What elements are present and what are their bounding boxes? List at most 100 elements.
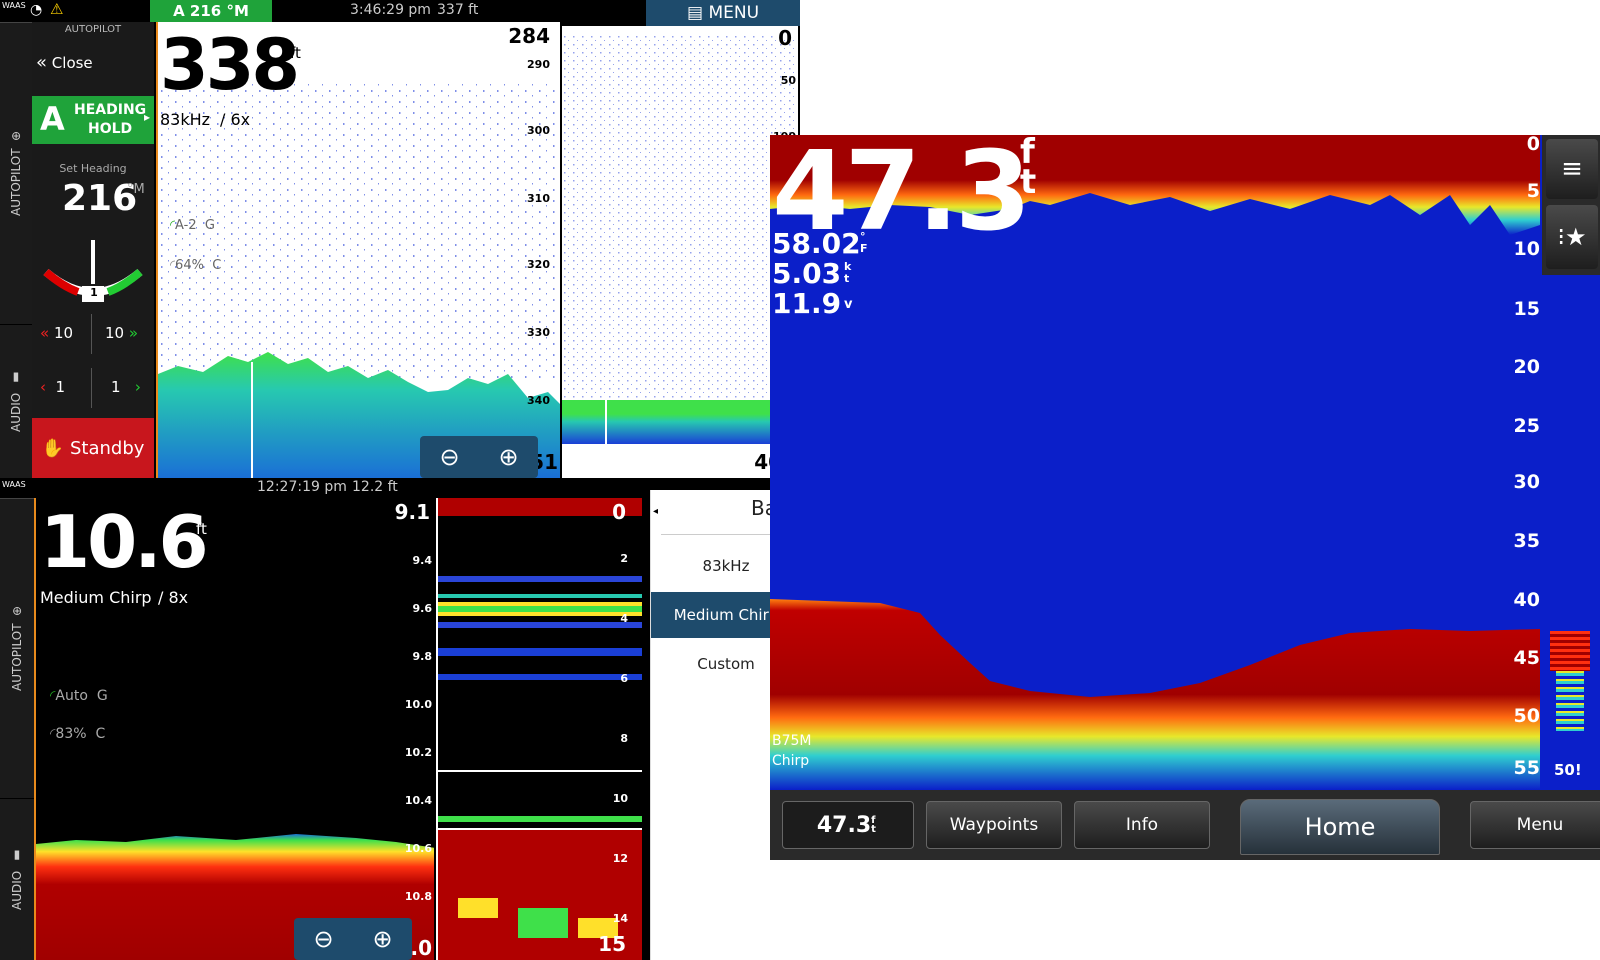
- sonar-panel-bottom: WAAS 12:27:19 pm 12.2 ft AUTOPILOT ⊕ AUD…: [0, 478, 800, 960]
- scale-tick: 5: [1526, 180, 1540, 202]
- autopilot-heading-indicator[interactable]: A 216 °M: [150, 0, 272, 22]
- close-button[interactable]: « Close: [36, 52, 150, 84]
- voltage-unit: v: [844, 297, 853, 312]
- autopilot-panel: AUTOPILOT « Close A HEADING HOLD ▸ Set H…: [32, 22, 154, 478]
- zoom-in-icon[interactable]: ⊕: [372, 925, 392, 953]
- tab-autopilot-label: AUTOPILOT: [9, 148, 23, 217]
- step-port-button[interactable]: ‹ 1: [32, 368, 92, 408]
- sonar-range-view[interactable]: 0 50 100 150 200 250 300 350 400: [562, 26, 798, 478]
- menu-button[interactable]: ▤ MENU: [646, 0, 800, 26]
- range-scale-tick: 2: [620, 552, 628, 565]
- triangle-left-icon[interactable]: ◂: [653, 506, 658, 517]
- zoom-controls: ⊖ ⊕: [294, 918, 412, 960]
- gain-indicator[interactable]: ◜Auto G: [50, 688, 108, 704]
- scale-tick: 10.4: [404, 794, 432, 807]
- tab-autopilot[interactable]: AUTOPILOT ⊕: [0, 22, 32, 324]
- scale-tick: 10.8: [404, 890, 432, 903]
- range-scale-tick: 50: [780, 74, 796, 87]
- menu-button[interactable]: Menu: [1470, 801, 1600, 849]
- hamburger-menu-icon[interactable]: ≡: [1546, 139, 1598, 199]
- standby-button[interactable]: ✋ Standby: [32, 418, 154, 478]
- water-temp-unit: °F: [860, 230, 868, 255]
- double-chevron-right-icon: »: [128, 324, 139, 342]
- steering-wheel-icon: ⊕: [9, 130, 23, 141]
- range-bottom: 15: [598, 932, 626, 956]
- range-scale-tick: 12: [612, 852, 628, 865]
- mode-label: Chirp: [772, 753, 810, 769]
- zoom-out-icon[interactable]: ⊖: [313, 925, 333, 953]
- scale-tick: 330: [527, 326, 550, 339]
- scale-tick: 290: [527, 58, 550, 71]
- scale-tick: 9.6: [412, 602, 433, 615]
- waypoints-button[interactable]: Waypoints: [926, 801, 1062, 849]
- chevron-left-icon: ‹: [40, 378, 46, 396]
- bottom-button-bar: 47.3 ft Waypoints Info Home Menu: [770, 790, 1600, 860]
- dodge-starboard-button[interactable]: 10 »: [93, 314, 154, 354]
- dodge-port-button[interactable]: « 10: [32, 314, 92, 354]
- scale-tick: 10.2: [404, 746, 432, 759]
- info-button[interactable]: Info: [1074, 801, 1210, 849]
- menu-icon: ▤: [686, 3, 709, 23]
- tab-autopilot[interactable]: AUTOPILOT ⊕: [0, 498, 34, 798]
- scale-tick: 20: [1513, 356, 1540, 378]
- double-chevron-left-icon: «: [40, 324, 50, 342]
- step-starboard-button[interactable]: 1 ›: [93, 368, 154, 408]
- dodge-starboard-value: 10: [105, 324, 125, 342]
- depth-button-unit: ft: [871, 815, 876, 835]
- gain-value: A-2: [175, 218, 197, 233]
- status-bar: WAAS 12:27:19 pm 12.2 ft: [0, 478, 640, 498]
- rudder-value: 1: [90, 286, 98, 299]
- gain-indicator[interactable]: ◜A-2 G: [170, 218, 215, 233]
- voltage-readout: 11.9: [772, 287, 842, 320]
- zoom-out-icon[interactable]: ⊖: [439, 443, 459, 471]
- zoom-controls: ⊖ ⊕: [420, 436, 538, 478]
- contrast-indicator[interactable]: ◜64% C: [170, 258, 221, 273]
- mode-line-2: HOLD: [88, 121, 133, 137]
- heading-hold-mode-button[interactable]: A HEADING HOLD ▸: [32, 96, 154, 144]
- tab-audio-label: AUDIO: [10, 870, 24, 911]
- depth-readout: 10.6: [40, 500, 209, 584]
- tab-audio[interactable]: AUDIO ▮: [0, 325, 32, 478]
- frequency-label: 83kHz: [160, 110, 211, 129]
- scale-tick: 45: [1513, 647, 1540, 669]
- zoom-range-top: 9.1: [394, 500, 430, 524]
- set-heading-label: Set Heading: [59, 162, 127, 175]
- audio-bars-icon: ▮: [9, 370, 23, 385]
- menu-label: MENU: [708, 3, 760, 23]
- range-top: 0: [612, 500, 626, 524]
- favorites-star-icon[interactable]: ⁝★: [1546, 205, 1598, 269]
- clock-icon: ◔: [30, 2, 43, 18]
- home-button[interactable]: Home: [1240, 799, 1440, 855]
- sonar-range-view[interactable]: 0 2 4 6 8 10 12 14 15: [436, 498, 642, 960]
- transducer-label: B75M: [772, 733, 812, 749]
- set-heading-value: 216: [62, 178, 138, 219]
- gain-value: Auto: [55, 688, 88, 704]
- scale-tick: 55: [1513, 757, 1540, 779]
- depth-button-value: 47.3: [816, 812, 872, 838]
- range-scale-tick: 14: [612, 912, 628, 925]
- sonar-zoom-view[interactable]: 338 ft 83kHz / 6x ◜A-2 G ◜64% C 284 290 …: [156, 22, 560, 478]
- sonar-zoom-view[interactable]: 10.6 ft Medium Chirp / 8x ◜Auto G ◜83% C…: [34, 498, 434, 960]
- scale-tick: 50: [1513, 705, 1540, 727]
- steering-wheel-icon: ⊕: [10, 605, 24, 616]
- scale-tick: 40: [1513, 589, 1540, 611]
- range-top: 0: [778, 26, 792, 50]
- depth-unit: ft: [1020, 135, 1037, 202]
- scale-tick: 10.6: [404, 842, 432, 855]
- scale-tick: 10: [1513, 238, 1540, 260]
- gps-waas-indicator: WAAS: [2, 1, 26, 10]
- dodge-port-value: 10: [53, 324, 74, 342]
- contrast-value: 83%: [55, 726, 87, 742]
- clock-time: 3:46:29 pm: [350, 2, 431, 18]
- water-temp-readout: 58.02: [772, 227, 861, 260]
- alarm-icon[interactable]: ⚠: [50, 0, 63, 18]
- scale-tick: 9.4: [412, 554, 433, 567]
- scale-tick: 320: [527, 258, 550, 271]
- zoom-in-icon[interactable]: ⊕: [498, 443, 518, 471]
- contrast-letter: C: [95, 726, 106, 742]
- contrast-indicator[interactable]: ◜83% C: [50, 726, 105, 742]
- tab-audio[interactable]: AUDIO ▮: [0, 799, 34, 960]
- tab-autopilot-label: AUTOPILOT: [10, 623, 24, 692]
- zoom-level-label: / 8x: [158, 588, 189, 607]
- depth-data-button[interactable]: 47.3 ft: [782, 801, 914, 849]
